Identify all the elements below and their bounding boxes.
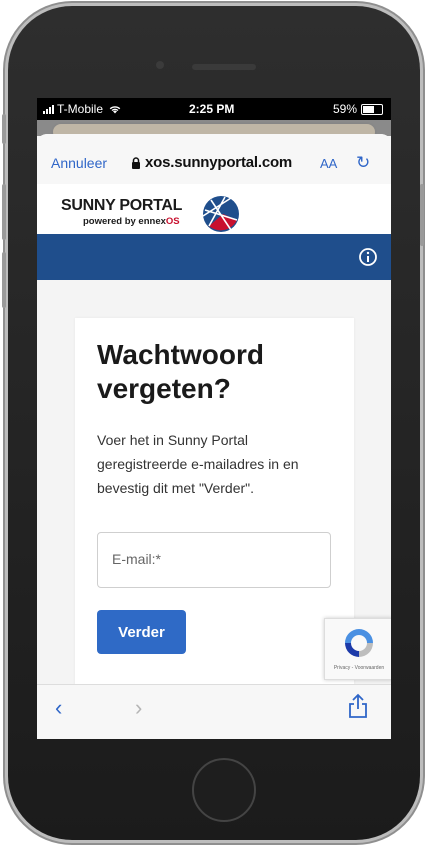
site-header: SUNNY PORTAL powered by ennexOS — [37, 184, 391, 234]
url-field[interactable]: xos.sunnyportal.com — [145, 154, 292, 171]
forgot-password-card: Wachtwoord vergeten? Voer het in Sunny P… — [75, 318, 354, 698]
lock-icon — [132, 157, 140, 169]
recaptcha-footer[interactable]: Privacy - Voorwaarden — [328, 665, 390, 671]
carrier-label: T-Mobile — [57, 102, 104, 116]
submit-button[interactable]: Verder — [97, 610, 186, 654]
wifi-icon — [110, 106, 121, 114]
safari-toolbar: Annuleer xos.sunnyportal.com AA ↻ — [37, 134, 391, 184]
site-logo-subtitle: powered by ennexOS — [83, 216, 180, 227]
share-icon[interactable] — [347, 693, 369, 719]
email-field[interactable] — [97, 532, 331, 588]
recaptcha-icon — [345, 629, 373, 657]
instructions-text: Voer het in Sunny Portal geregistreerde … — [97, 432, 299, 496]
chevron-left-icon[interactable]: ‹ — [55, 695, 62, 721]
site-logo-title: SUNNY PORTAL — [61, 197, 183, 214]
carrier: T-Mobile — [43, 102, 121, 116]
text-size-button[interactable]: AA — [320, 156, 337, 171]
earpiece-speaker — [192, 64, 256, 70]
status-bar: T-Mobile 2:25 PM 59% — [37, 98, 391, 120]
nav-bar — [37, 234, 391, 280]
info-icon[interactable] — [358, 247, 378, 267]
globe-logo-icon — [202, 196, 239, 232]
reload-icon[interactable]: ↻ — [356, 153, 370, 173]
volume-down-button — [2, 252, 6, 308]
signal-icon — [43, 105, 54, 115]
cancel-button[interactable]: Annuleer — [51, 155, 107, 171]
safari-bottom-toolbar: ‹ › — [37, 684, 391, 739]
power-button — [420, 184, 424, 246]
battery-percent: 59% — [332, 102, 357, 116]
front-camera — [156, 61, 164, 69]
page-title: Wachtwoord vergeten? — [97, 339, 264, 404]
home-button[interactable] — [192, 758, 256, 822]
chevron-right-icon[interactable]: › — [135, 695, 142, 721]
phone-screen: T-Mobile 2:25 PM 59% Annuleer xos.sunnyp… — [37, 98, 391, 739]
battery: 59% — [333, 102, 383, 116]
clock: 2:25 PM — [189, 102, 235, 116]
mute-switch — [2, 114, 6, 144]
email-input[interactable] — [110, 550, 314, 568]
battery-icon — [361, 103, 383, 115]
recaptcha-badge[interactable]: Privacy - Voorwaarden — [324, 618, 391, 680]
volume-up-button — [2, 184, 6, 240]
safari-view-sheet: Annuleer xos.sunnyportal.com AA ↻ SUNNY … — [37, 134, 391, 739]
